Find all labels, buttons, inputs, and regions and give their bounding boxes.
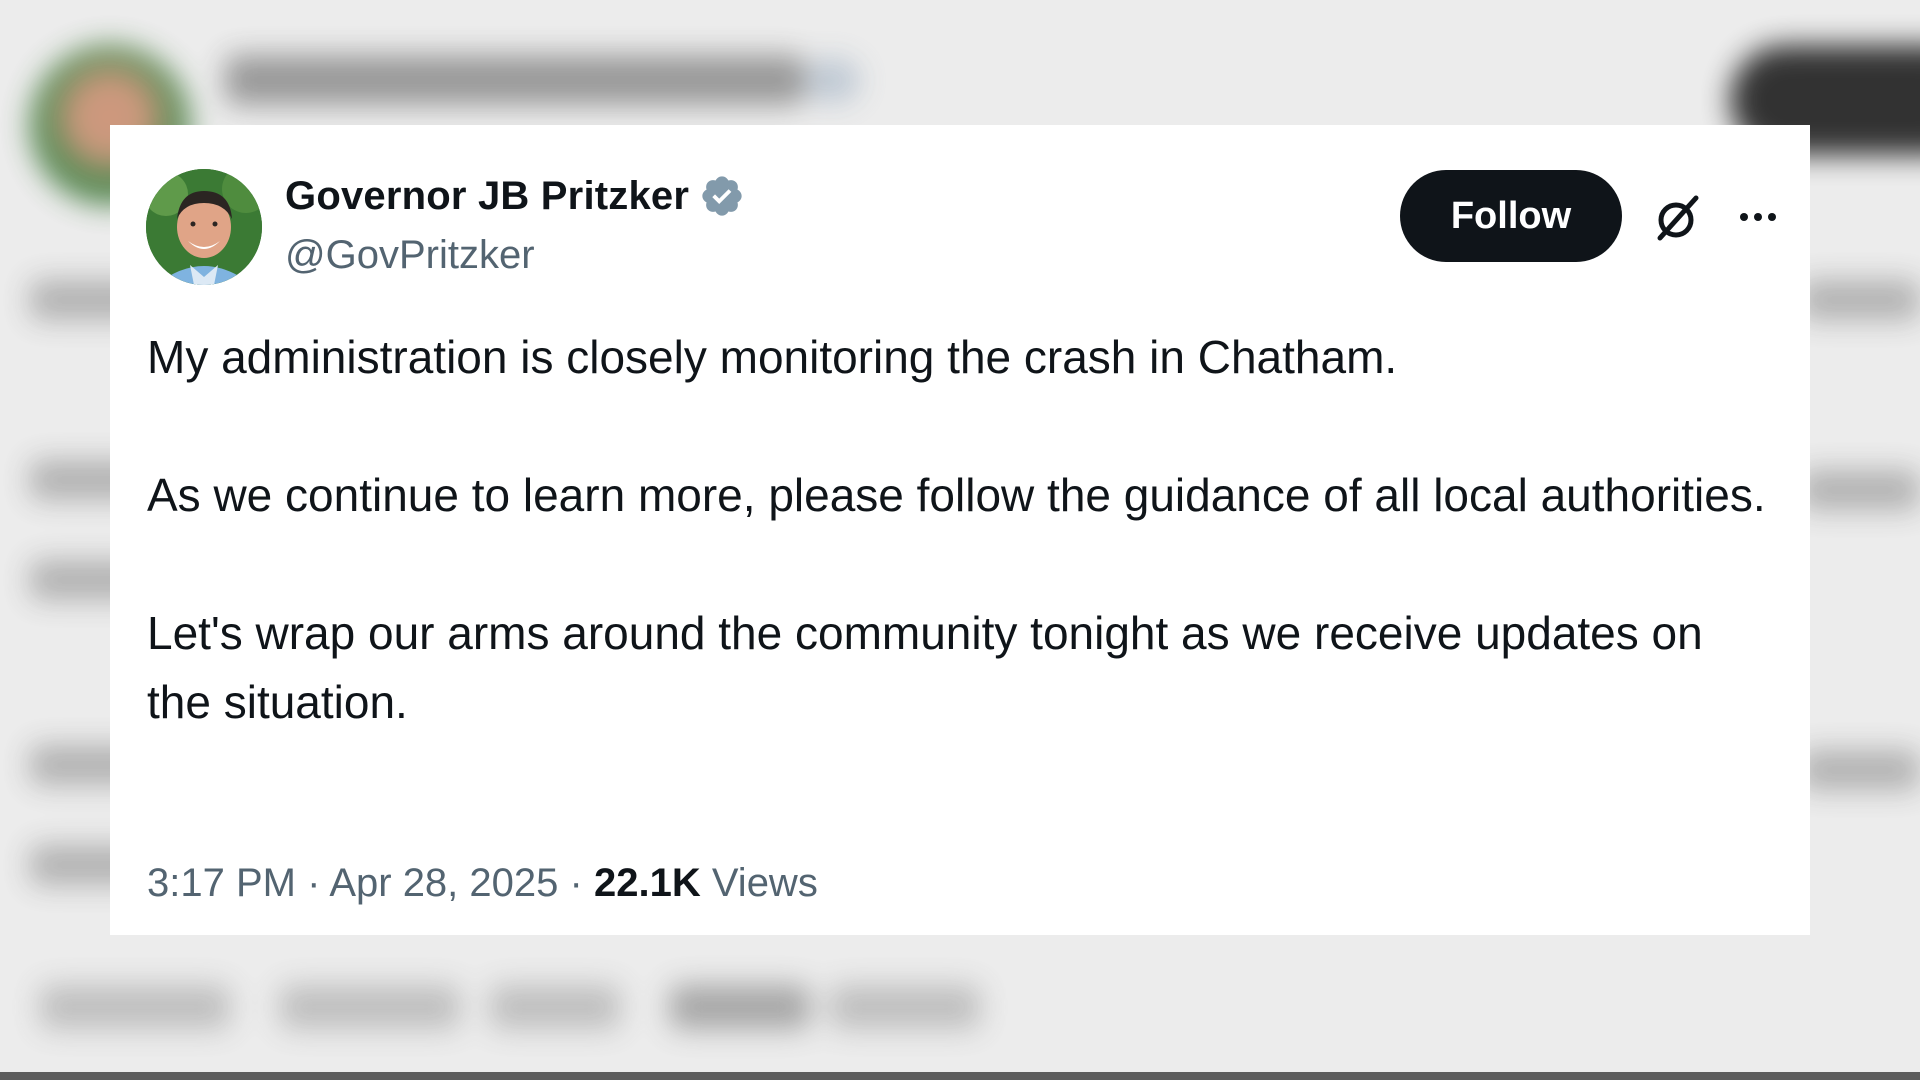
author-name-row: Governor JB Pritzker (285, 173, 745, 219)
background-text-block (1800, 280, 1920, 320)
background-meta-block (490, 985, 620, 1029)
tweet-text: My administration is closely monitoring … (147, 323, 1767, 737)
tweet-paragraph: As we continue to learn more, please fol… (147, 469, 1766, 521)
tweet-time[interactable]: 3:17 PM (147, 861, 296, 905)
tweet-paragraph: Let's wrap our arms around the community… (147, 607, 1703, 728)
grok-icon[interactable] (1650, 190, 1706, 246)
author-handle[interactable]: @GovPritzker (285, 233, 535, 278)
background-badge-block (805, 58, 860, 103)
more-dot (1740, 213, 1748, 221)
tweet-meta: 3:17 PM · Apr 28, 2025 · 22.1K Views (147, 861, 818, 906)
background-text-block (1800, 750, 1920, 790)
background-meta-block (40, 985, 230, 1029)
background-meta-block (670, 985, 810, 1029)
bottom-edge-strip (0, 1072, 1920, 1080)
more-dot (1754, 213, 1762, 221)
more-options-icon[interactable] (1730, 195, 1786, 239)
tweet-date[interactable]: Apr 28, 2025 (329, 861, 558, 905)
avatar-photo (146, 169, 262, 285)
tweet-card: Governor JB Pritzker @GovPritzker Follow… (110, 125, 1810, 935)
video-frame: Governor JB Pritzker @GovPritzker Follow… (0, 0, 1920, 1080)
views-label: Views (711, 861, 818, 905)
more-dot (1768, 213, 1776, 221)
background-meta-block (280, 985, 460, 1029)
tweet-paragraph: My administration is closely monitoring … (147, 331, 1398, 383)
author-display-name[interactable]: Governor JB Pritzker (285, 174, 689, 219)
verified-badge-icon[interactable] (699, 173, 745, 219)
follow-button[interactable]: Follow (1400, 170, 1622, 262)
background-meta-block (830, 985, 980, 1029)
meta-separator: · (569, 861, 583, 905)
background-text-block (1800, 470, 1920, 510)
meta-separator: · (307, 861, 321, 905)
views-count[interactable]: 22.1K (594, 861, 701, 905)
background-name-block (225, 55, 805, 105)
avatar[interactable] (146, 169, 262, 285)
